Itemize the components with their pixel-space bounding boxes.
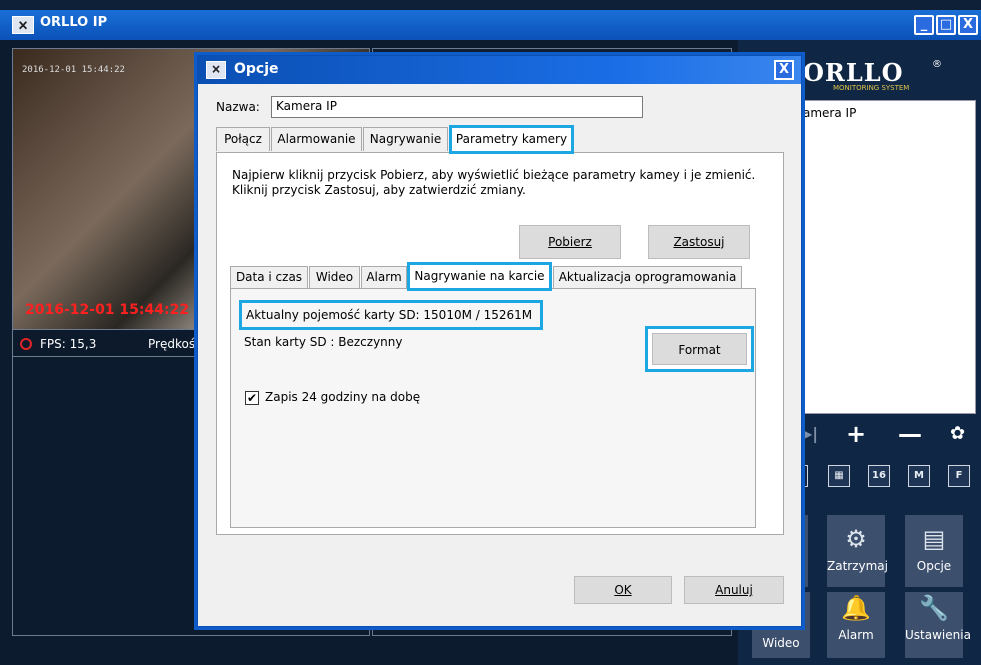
pobierz-label: Pobierz (548, 235, 592, 249)
zastosuj-button[interactable]: Zastosuj (648, 225, 750, 259)
tab-alarmowanie[interactable]: Alarmowanie (271, 127, 362, 151)
add-camera-button[interactable]: + (846, 420, 866, 448)
brand-logo: ORLLO (803, 58, 904, 87)
maximize-button[interactable]: □ (936, 15, 956, 35)
gear-icon[interactable]: ✿ (950, 423, 965, 444)
grid-16-button[interactable]: 16 (868, 465, 890, 487)
cancel-label: Anuluj (715, 583, 753, 597)
fps-label: FPS: 15,3 (40, 337, 97, 351)
stop-icon: ⚙ (845, 525, 867, 553)
record-24h-checkbox[interactable]: ✔ (245, 391, 259, 405)
cancel-button[interactable]: Anuluj (684, 576, 784, 604)
options-icon: ▤ (922, 525, 946, 553)
info-text: Najpierw kliknij przycisk Pobierz, aby w… (232, 168, 772, 198)
dialog-title: Opcje (234, 61, 279, 77)
ok-label: OK (614, 583, 632, 597)
opcje-button[interactable]: ▤ Opcje (905, 515, 963, 587)
zatrzymaj-button[interactable]: ⚙ Zatrzymaj (827, 515, 888, 587)
wrench-icon: 🔧 (919, 594, 949, 622)
next-icon[interactable]: ▶| (800, 424, 818, 443)
sd-capacity-label: Aktualny pojemość karty SD: 15010M / 152… (239, 300, 543, 330)
tab-polacz[interactable]: Połącz (216, 127, 270, 151)
dialog-logo-icon: 🗙 (206, 61, 226, 79)
camera-red-timestamp: 2016-12-01 15:44:22 (25, 302, 190, 318)
app-logo-icon: 🗙 (12, 16, 34, 34)
zatrzymaj-label: Zatrzymaj (827, 559, 888, 573)
dialog-close-button[interactable]: X (774, 60, 794, 80)
tab-nagrywanie[interactable]: Nagrywanie (363, 127, 448, 151)
bell-icon: 🔔 (841, 594, 871, 622)
pobierz-button[interactable]: Pobierz (519, 225, 621, 259)
sd-state-label: Stan karty SD : Bezczynny (244, 335, 403, 349)
zastosuj-label: Zastosuj (673, 235, 725, 249)
name-input[interactable]: Kamera IP (271, 96, 643, 118)
info-line-2: Kliknij przycisk Zastosuj, aby zatwierdz… (232, 183, 526, 197)
close-button[interactable]: X (958, 15, 978, 35)
ok-button[interactable]: OK (574, 576, 672, 604)
power-icon[interactable] (20, 338, 32, 350)
format-button[interactable]: Format (652, 333, 747, 365)
fullscreen-button[interactable]: F (948, 465, 970, 487)
remove-camera-button[interactable]: — (898, 420, 922, 448)
tab-alarm[interactable]: Alarm (361, 266, 407, 288)
tab-wideo[interactable]: Wideo (309, 266, 360, 288)
tab-parametry-kamery[interactable]: Parametry kamery (449, 125, 574, 154)
main-titlebar (0, 10, 981, 40)
tab-data-i-czas[interactable]: Data i czas (230, 266, 308, 288)
brand-subtitle: MONITORING SYSTEM (833, 84, 910, 92)
tab-nagrywanie-na-karcie[interactable]: Nagrywanie na karcie (407, 262, 552, 291)
format-button-highlight: Format (645, 326, 754, 372)
opcje-label: Opcje (916, 559, 952, 573)
camera-list-item[interactable]: amera IP (803, 106, 856, 120)
ustawienia-label: Ustawienia (905, 628, 971, 642)
alarm-label: Alarm (838, 628, 874, 642)
dialog-titlebar[interactable] (198, 56, 801, 84)
alarm-button[interactable]: 🔔 Alarm (827, 592, 885, 658)
brand-registered-mark: ® (932, 59, 942, 70)
name-label: Nazwa: (216, 100, 260, 114)
record-24h-label[interactable]: Zapis 24 godziny na dobę (265, 390, 420, 404)
app-title: ORLLO IP (40, 15, 108, 30)
info-line-1: Najpierw kliknij przycisk Pobierz, aby w… (232, 168, 756, 182)
ustawienia-button[interactable]: 🔧 Ustawienia (905, 592, 971, 658)
camera-timestamp-overlay: 2016-12-01 15:44:22 (22, 65, 125, 75)
minimize-button[interactable]: _ (914, 15, 934, 35)
speed-label: Prędkoś (148, 337, 196, 351)
grid-m-button[interactable]: M (908, 465, 930, 487)
camera-list[interactable] (800, 100, 976, 414)
grid-9-button[interactable]: ▦ (828, 465, 850, 487)
wideo-label: Wideo (762, 636, 800, 650)
tab-aktualizacja[interactable]: Aktualizacja oprogramowania (553, 266, 742, 288)
